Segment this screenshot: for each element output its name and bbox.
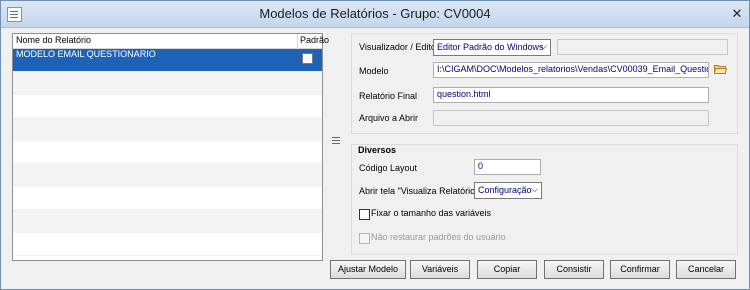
- model-label: Modelo: [359, 66, 389, 76]
- table-row[interactable]: MODELO EMAIL QUESTIONARIO: [13, 49, 322, 72]
- viewer-extra-field: [557, 39, 728, 55]
- vertical-scrollbar[interactable]: [331, 33, 341, 259]
- cancel-button[interactable]: Cancelar: [676, 260, 736, 279]
- table-row[interactable]: [13, 141, 322, 164]
- adjust-model-button[interactable]: Ajustar Modelo: [330, 260, 406, 279]
- viewer-select[interactable]: Editor Padrão do Windows ⌵: [433, 39, 551, 56]
- list-header: Nome do Relatório Padrão: [13, 34, 329, 49]
- open-screen-select[interactable]: Configuração ⌵: [474, 182, 542, 199]
- close-button[interactable]: ✕: [727, 5, 747, 22]
- confirm-button[interactable]: Confirmar: [610, 260, 670, 279]
- fix-size-label: Fixar o tamanho das variáveis: [371, 208, 492, 218]
- title-bar: Modelos de Relatórios - Grupo: CV0004 ✕: [1, 1, 749, 28]
- variables-button[interactable]: Variáveis: [410, 260, 470, 279]
- misc-group-title: Diversos: [358, 145, 397, 155]
- fix-size-checkbox[interactable]: [359, 209, 370, 220]
- table-row[interactable]: [13, 233, 322, 256]
- chevron-down-icon: ⌵: [540, 41, 547, 51]
- layout-code-field[interactable]: 0: [474, 159, 541, 175]
- column-header-name[interactable]: Nome do Relatório: [16, 35, 91, 45]
- default-checkbox[interactable]: [302, 53, 313, 64]
- column-header-default[interactable]: Padrão: [300, 35, 329, 45]
- report-list[interactable]: Nome do Relatório Padrão MODELO EMAIL QU…: [12, 33, 329, 261]
- final-report-field[interactable]: question.html: [433, 87, 709, 103]
- layout-code-label: Código Layout: [359, 163, 418, 173]
- table-row[interactable]: [13, 95, 322, 118]
- check-button[interactable]: Consistir: [544, 260, 604, 279]
- viewer-select-value: Editor Padrão do Windows: [437, 42, 544, 52]
- no-restore-label: Não restaurar padrões do usuário: [371, 232, 506, 242]
- report-name-cell: MODELO EMAIL QUESTIONARIO: [16, 49, 156, 59]
- model-field[interactable]: I:\CIGAM\DOC\Modelos_relatorios\Vendas\C…: [433, 62, 709, 78]
- copy-button[interactable]: Copiar: [477, 260, 537, 279]
- open-file-label: Arquivo a Abrir: [359, 113, 419, 123]
- window-title: Modelos de Relatórios - Grupo: CV0004: [259, 6, 491, 21]
- viewer-label: Visualizador / Editor: [359, 42, 439, 52]
- open-screen-label: Abrir tela "Visualiza Relatório": [359, 186, 479, 196]
- table-row[interactable]: [13, 210, 322, 233]
- table-row[interactable]: [13, 72, 322, 95]
- final-report-label: Relatório Final: [359, 91, 418, 101]
- chevron-down-icon: ⌵: [531, 184, 538, 194]
- table-row[interactable]: [13, 164, 322, 187]
- table-row[interactable]: [13, 187, 322, 210]
- open-screen-select-value: Configuração: [478, 185, 532, 195]
- splitter-grip-icon[interactable]: [332, 135, 340, 145]
- column-divider: [297, 34, 298, 48]
- folder-browse-icon[interactable]: [714, 63, 727, 74]
- no-restore-checkbox: [359, 233, 370, 244]
- open-file-field: [433, 110, 709, 126]
- table-row[interactable]: [13, 118, 322, 141]
